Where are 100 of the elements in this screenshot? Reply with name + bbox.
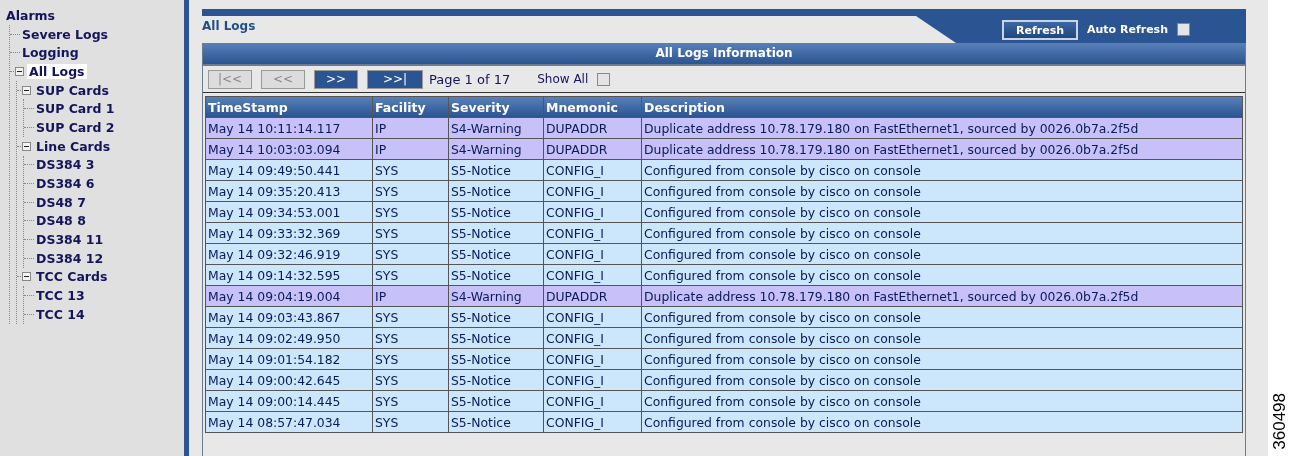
- tree-item[interactable]: SUP Cards: [34, 82, 111, 98]
- tree-item[interactable]: Alarms: [4, 7, 58, 23]
- table-cell: Duplicate address 10.78.179.180 on FastEthernet1, sourced by 0026.0b7a.2f5d: [642, 118, 1242, 138]
- tree-item[interactable]: Severe Logs: [20, 26, 111, 42]
- table-cell: CONFIG_I: [544, 244, 641, 264]
- column-header[interactable]: Description: [642, 97, 1242, 117]
- table-cell: CONFIG_I: [544, 328, 641, 348]
- table-cell: May 14 10:03:03.094: [206, 139, 372, 159]
- column-header[interactable]: Mnemonic: [544, 97, 641, 117]
- table-cell: SYS: [373, 244, 448, 264]
- tree-item[interactable]: DS384 6: [34, 176, 97, 192]
- pager-button[interactable]: >>|: [367, 69, 423, 89]
- table-cell: S5-Notice: [449, 160, 543, 180]
- tree-item[interactable]: DS48 8: [34, 213, 88, 229]
- table-cell: Configured from console by cisco on console: [642, 223, 1242, 243]
- table-cell: SYS: [373, 349, 448, 369]
- table-cell: SYS: [373, 265, 448, 285]
- column-header[interactable]: Facility: [373, 97, 448, 117]
- table-cell: CONFIG_I: [544, 160, 641, 180]
- table-cell: Configured from console by cisco on console: [642, 202, 1242, 222]
- table-cell: S4-Warning: [449, 286, 543, 306]
- minus-box-icon[interactable]: [22, 85, 31, 95]
- table-cell: S4-Warning: [449, 139, 543, 159]
- table-cell: CONFIG_I: [544, 391, 641, 411]
- minus-box-icon[interactable]: [22, 272, 31, 282]
- table-cell: May 14 09:03:43.867: [206, 307, 372, 327]
- tree-item[interactable]: All Logs: [27, 63, 87, 79]
- tree-item[interactable]: DS384 3: [34, 157, 97, 173]
- pager-button[interactable]: >>: [314, 69, 358, 89]
- tree-item[interactable]: SUP Card 1: [34, 101, 117, 117]
- table-cell: S5-Notice: [449, 349, 543, 369]
- table-cell: IP: [373, 118, 448, 138]
- table-cell: S5-Notice: [449, 391, 543, 411]
- table-cell: May 14 08:57:47.034: [206, 412, 372, 432]
- table-cell: DUPADDR: [544, 286, 641, 306]
- table-cell: IP: [373, 286, 448, 306]
- table-cell: S5-Notice: [449, 265, 543, 285]
- table-cell: Configured from console by cisco on console: [642, 370, 1242, 390]
- table-cell: CONFIG_I: [544, 181, 641, 201]
- table-cell: CONFIG_I: [544, 349, 641, 369]
- show-all-checkbox[interactable]: [597, 72, 611, 86]
- tree-item[interactable]: SUP Card 2: [34, 119, 117, 135]
- table-cell: CONFIG_I: [544, 412, 641, 432]
- minus-box-icon[interactable]: [15, 66, 24, 76]
- table-cell: Configured from console by cisco on console: [642, 328, 1242, 348]
- table-cell: S5-Notice: [449, 370, 543, 390]
- table-cell: CONFIG_I: [544, 370, 641, 390]
- table-cell: S5-Notice: [449, 328, 543, 348]
- page-title: All Logs: [202, 18, 256, 35]
- table-cell: Configured from console by cisco on console: [642, 244, 1242, 264]
- table-cell: DUPADDR: [544, 118, 641, 138]
- table-cell: May 14 09:33:32.369: [206, 223, 372, 243]
- table-cell: SYS: [373, 412, 448, 432]
- table-cell: Configured from console by cisco on console: [642, 349, 1242, 369]
- tree-item[interactable]: DS384 12: [34, 250, 106, 266]
- table-cell: SYS: [373, 202, 448, 222]
- table-cell: CONFIG_I: [544, 307, 641, 327]
- table-cell: Configured from console by cisco on console: [642, 160, 1242, 180]
- column-header[interactable]: Severity: [449, 97, 543, 117]
- table-cell: May 14 09:35:20.413: [206, 181, 372, 201]
- table-cell: May 14 09:02:49.950: [206, 328, 372, 348]
- table-cell: May 14 09:01:54.182: [206, 349, 372, 369]
- figure-number: 360498: [1270, 393, 1290, 450]
- table-cell: S5-Notice: [449, 223, 543, 243]
- table-cell: Configured from console by cisco on console: [642, 265, 1242, 285]
- refresh-button[interactable]: Refresh: [1002, 19, 1078, 40]
- table-cell: May 14 09:04:19.004: [206, 286, 372, 306]
- tree-item[interactable]: Logging: [20, 45, 81, 61]
- table-cell: S5-Notice: [449, 244, 543, 264]
- tree-item[interactable]: TCC 14: [34, 306, 87, 322]
- table-cell: CONFIG_I: [544, 265, 641, 285]
- table-cell: Configured from console by cisco on console: [642, 307, 1242, 327]
- table-cell: CONFIG_I: [544, 223, 641, 243]
- table-cell: IP: [373, 139, 448, 159]
- tree-item[interactable]: DS48 7: [34, 194, 88, 210]
- table-cell: Configured from console by cisco on console: [642, 412, 1242, 432]
- tree-item[interactable]: TCC Cards: [34, 269, 110, 285]
- show-all-label: Show All: [537, 72, 589, 86]
- table-cell: May 14 09:00:14.445: [206, 391, 372, 411]
- auto-refresh-checkbox[interactable]: [1177, 23, 1190, 36]
- table-cell: CONFIG_I: [544, 202, 641, 222]
- table-cell: SYS: [373, 223, 448, 243]
- minus-box-icon[interactable]: [22, 141, 31, 151]
- table-cell: May 14 09:49:50.441: [206, 160, 372, 180]
- table-cell: S4-Warning: [449, 118, 543, 138]
- table-cell: S5-Notice: [449, 307, 543, 327]
- column-header[interactable]: TimeStamp: [206, 97, 372, 117]
- table-cell: Configured from console by cisco on console: [642, 391, 1242, 411]
- table-cell: Configured from console by cisco on console: [642, 181, 1242, 201]
- tree-item[interactable]: Line Cards: [34, 138, 113, 154]
- page-indicator: Page 1 of 17: [429, 71, 511, 87]
- table-cell: May 14 09:00:42.645: [206, 370, 372, 390]
- table-cell: SYS: [373, 328, 448, 348]
- table-cell: SYS: [373, 370, 448, 390]
- tree-item[interactable]: DS384 11: [34, 232, 106, 248]
- table-cell: May 14 10:11:14.117: [206, 118, 372, 138]
- auto-refresh-label: Auto Refresh: [1087, 23, 1168, 36]
- tree-item[interactable]: TCC 13: [34, 288, 87, 304]
- table-cell: S5-Notice: [449, 412, 543, 432]
- table-cell: Duplicate address 10.78.179.180 on FastEthernet1, sourced by 0026.0b7a.2f5d: [642, 286, 1242, 306]
